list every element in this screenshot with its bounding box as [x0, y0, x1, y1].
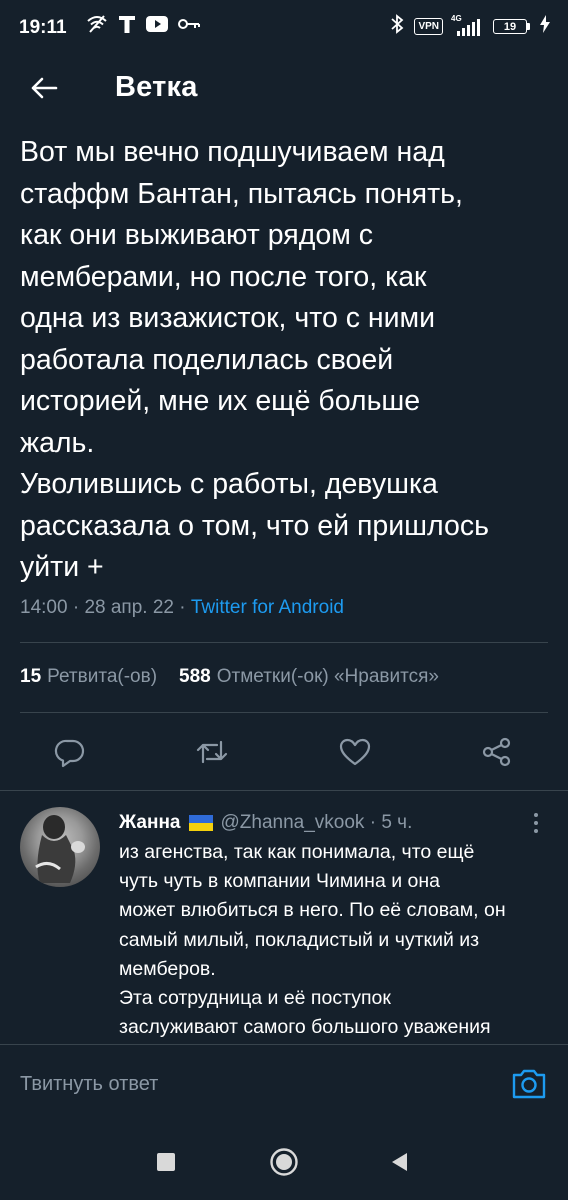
network-type: 4G [451, 13, 462, 23]
status-bar: 19:11 VPN 4G 19 [0, 0, 568, 56]
tweet-actions [0, 726, 568, 782]
like-button[interactable] [333, 732, 377, 776]
tweet-time: 14:00 [20, 597, 68, 618]
tweet-source-link[interactable]: Twitter for Android [191, 597, 344, 619]
tweet-date: 28 апр. 22 [84, 597, 174, 618]
likes-count[interactable]: 588 [179, 666, 211, 688]
share-button[interactable] [475, 732, 519, 776]
system-nav-bar [0, 1124, 568, 1200]
circle-icon [269, 1147, 299, 1182]
divider [20, 712, 548, 713]
bluetooth-icon [390, 14, 404, 39]
signal-icon: 4G [451, 13, 483, 37]
reply-button[interactable] [48, 732, 92, 776]
status-left-icons [86, 14, 200, 39]
app-header: Ветка [0, 56, 568, 122]
retweet-icon [195, 736, 229, 773]
heart-icon [339, 737, 371, 772]
triangle-back-icon [389, 1151, 411, 1178]
battery-indicator: 19 [493, 19, 530, 34]
meta-separator: · [364, 812, 382, 833]
vpn-badge: VPN [414, 18, 443, 35]
square-icon [156, 1152, 176, 1177]
home-button[interactable] [266, 1146, 302, 1182]
recents-button[interactable] [148, 1146, 184, 1182]
charging-icon [540, 15, 550, 38]
more-options-button[interactable] [526, 809, 546, 837]
ukraine-flag-icon [188, 815, 213, 831]
reply-text: из агенства, так как понимала, что ещё ч… [119, 841, 506, 1039]
meta-separator: · [67, 597, 85, 618]
nav-back-button[interactable] [382, 1146, 418, 1182]
likes-label[interactable]: Отметки(-ок) «Нравится» [217, 666, 439, 688]
page-title: Ветка [115, 71, 198, 103]
status-right-icons: VPN 4G 19 [390, 14, 550, 39]
status-time: 19:11 [19, 17, 67, 38]
tweet-meta: 14:00 · 28 апр. 22 · Twitter for Android [20, 597, 344, 619]
reply-author-handle[interactable]: @Zhanna_vkook [221, 812, 365, 834]
reply-header: Жанна @Zhanna_vkook · 5 ч. [119, 812, 412, 834]
vpn-key-icon [178, 17, 200, 36]
back-button[interactable] [22, 70, 66, 110]
retweet-button[interactable] [190, 732, 234, 776]
share-icon [481, 736, 513, 773]
meta-separator: · [173, 597, 191, 618]
retweets-label[interactable]: Ретвита(-ов) [47, 666, 157, 688]
retweets-count[interactable]: 15 [20, 666, 41, 688]
divider [20, 642, 548, 643]
wifi-off-icon [86, 14, 108, 39]
camera-icon [510, 1069, 548, 1107]
reply-input[interactable]: Твитнуть ответ [20, 1073, 158, 1096]
tweet-stats: 15 Ретвита(-ов) 588 Отметки(-ок) «Нравит… [20, 666, 439, 688]
reply-time: 5 ч. [381, 812, 413, 833]
tweet-text: Вот мы вечно подшучиваем над стаффм Бант… [20, 136, 489, 583]
reply-icon [54, 736, 86, 773]
battery-level: 19 [493, 19, 527, 34]
t-mobile-icon [118, 14, 136, 39]
avatar[interactable] [20, 807, 100, 887]
youtube-icon [146, 16, 168, 37]
arrow-left-icon [30, 76, 58, 105]
reply-tweet[interactable]: Жанна @Zhanna_vkook · 5 ч. из агенства, … [0, 790, 568, 1045]
reply-compose-bar: Твитнуть ответ [0, 1044, 568, 1125]
reply-author-name[interactable]: Жанна [119, 812, 181, 834]
camera-button[interactable] [510, 1065, 548, 1103]
